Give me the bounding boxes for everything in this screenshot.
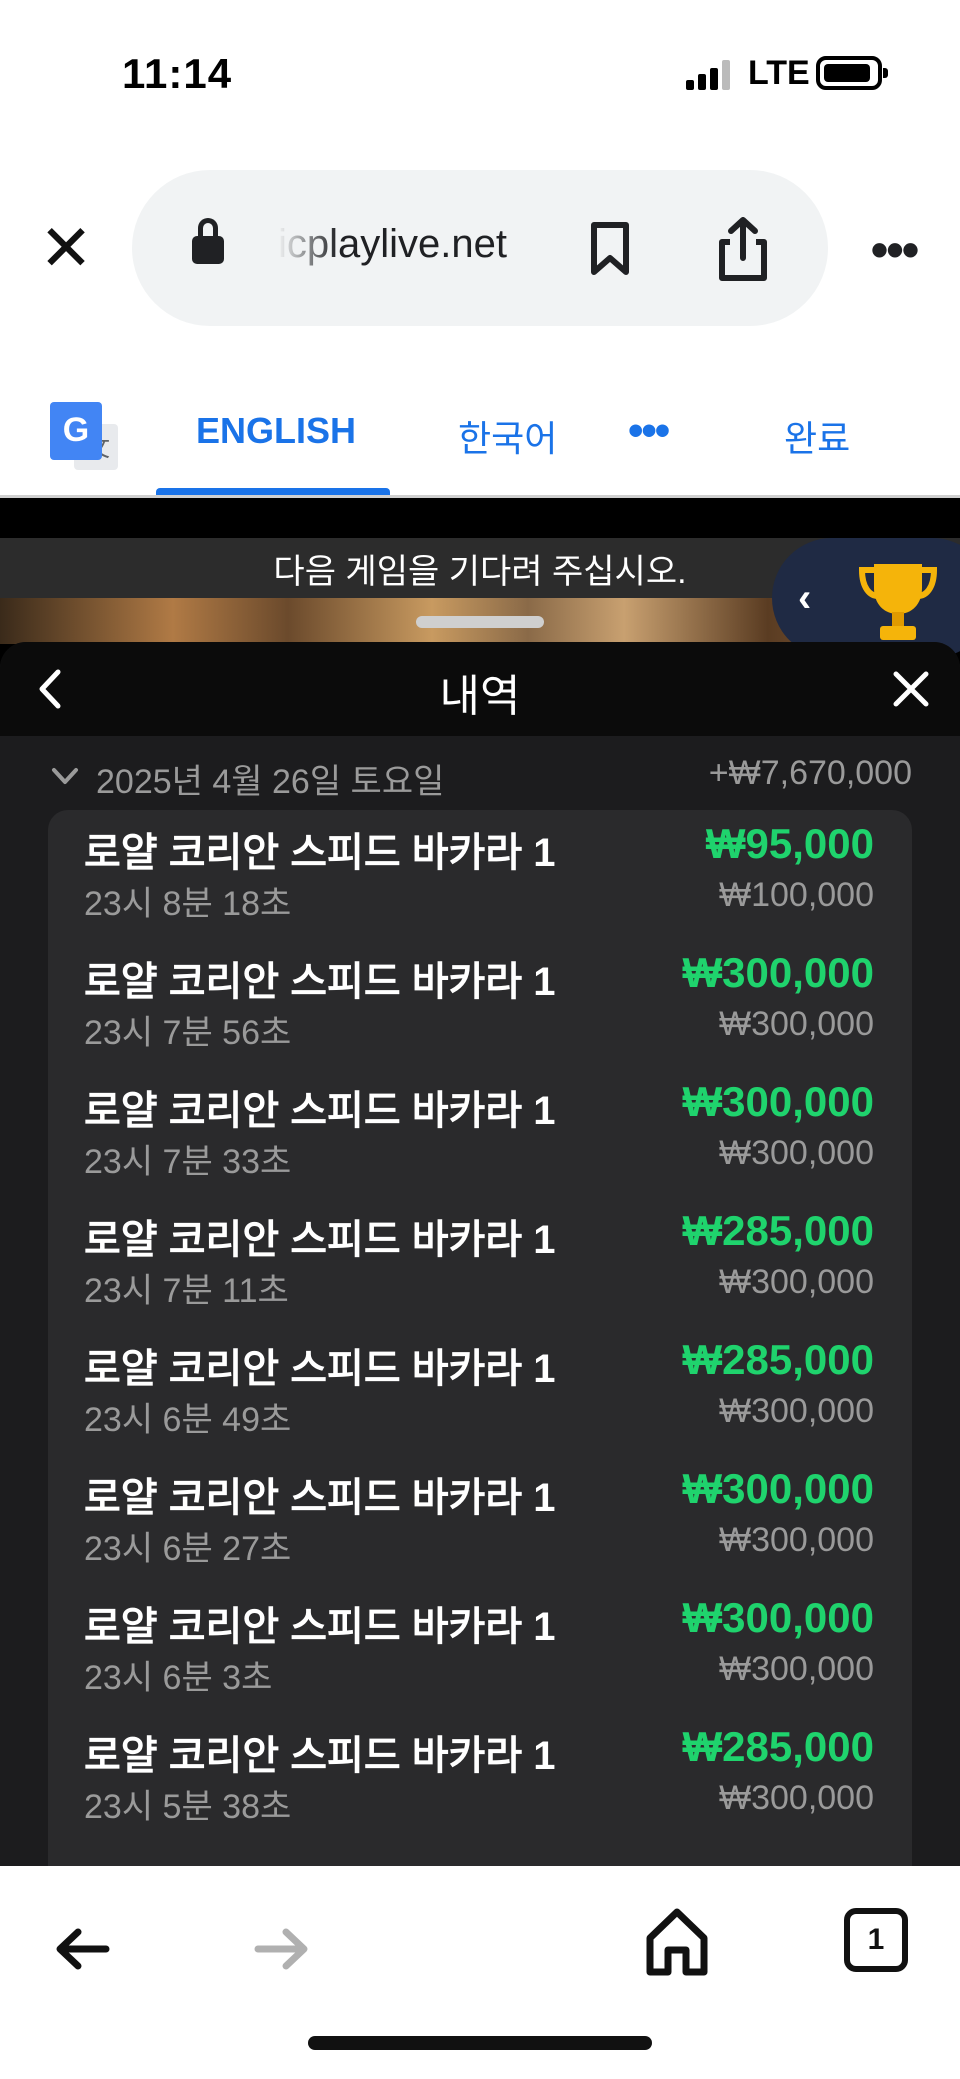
back-arrow-icon[interactable] [54,1924,110,1974]
sheet-title: 내역 [439,672,521,721]
google-translate-icon: 文 G [50,402,118,470]
url-text[interactable]: icplaylive.net [278,222,528,267]
payout-amount: ₩285,000 [682,1207,874,1254]
network-label: LTE [748,54,810,92]
tab-korean[interactable]: 한국어 [458,410,557,462]
payout-amount: ₩300,000 [682,1465,874,1512]
chevron-down-icon [52,768,78,784]
history-row[interactable]: 로얄 코리안 스피드 바카라 1 23시 7분 56초 ₩300,000 ₩300,0… [48,939,912,1068]
payout-amount: ₩95,000 [705,820,874,867]
date-group-header[interactable]: 2025년 4월 26일 토요일 +₩7,670,000 [50,754,912,804]
stake-amount: ₩300,000 [719,1392,874,1430]
history-row[interactable]: 로얄 코리안 스피드 바카라 1 23시 7분 11초 ₩285,000 ₩300,0… [48,1197,912,1326]
battery-icon [816,56,888,90]
signal-icon [686,60,732,90]
address-bar[interactable]: icplaylive.net [132,170,828,326]
close-icon[interactable] [886,664,936,714]
history-row[interactable]: 로얄 코리안 스피드 바카라 1 23시 6분 49초 ₩285,000 ₩300,0… [48,1326,912,1455]
date-total: +₩7,670,000 [708,754,912,792]
bet-time: 23시 7분 11초 [84,1272,289,1310]
game-name: 로얄 코리안 스피드 바카라 1 [84,1347,556,1391]
history-sheet: 내역 2025년 4월 26일 토요일 +₩7,670,000 로얄 코리안 스… [0,642,960,1866]
sheet-drag-handle[interactable] [416,616,544,628]
history-row[interactable]: 로얄 코리안 스피드 바카라 1 23시 5분 38초 ₩285,000 ₩300,0… [48,1713,912,1842]
game-name: 로얄 코리안 스피드 바카라 1 [84,1476,556,1520]
history-row[interactable]: 로얄 코리안 스피드 바카라 1 23시 6분 3초 ₩300,000 ₩300,00… [48,1584,912,1713]
history-row[interactable]: 로얄 코리안 스피드 바카라 1 23시 6분 27초 ₩300,000 ₩300,0… [48,1455,912,1584]
active-tab-indicator [156,488,390,495]
chevron-left-icon: ‹ [798,576,812,620]
game-view: 다음 게임을 기다려 주십시오. ‹ 내역 2025년 4월 26일 토요일 +… [0,498,960,1866]
history-row[interactable]: 로얄 코리안 스피드 바카라 1 23시 8분 18초 ₩95,000 ₩100,00… [48,810,912,939]
trophy-icon [858,564,938,640]
payout-amount: ₩300,000 [682,949,874,996]
game-name: 로얄 코리안 스피드 바카라 1 [84,1734,556,1778]
stake-amount: ₩300,000 [719,1779,874,1817]
status-time: 11:14 [122,50,233,97]
bookmark-icon[interactable] [590,222,630,276]
stake-amount: ₩300,000 [719,1650,874,1688]
history-list: 로얄 코리안 스피드 바카라 1 23시 8분 18초 ₩95,000 ₩100,00… [48,810,912,1866]
bet-time: 23시 6분 27초 [84,1530,292,1568]
translate-bar: 文 G ENGLISH 한국어 ••• 완료 [0,390,960,498]
stake-amount: ₩300,000 [719,1521,874,1559]
game-name: 로얄 코리안 스피드 바카라 1 [84,960,556,1004]
bet-time: 23시 6분 3초 [84,1659,273,1697]
bet-time: 23시 6분 49초 [84,1401,292,1439]
game-name: 로얄 코리안 스피드 바카라 1 [84,1218,556,1262]
bet-time: 23시 5분 38초 [84,1788,292,1826]
sheet-header: 내역 [0,642,960,736]
tab-count-button[interactable]: 1 [844,1908,908,1972]
payout-amount: ₩300,000 [682,1594,874,1641]
leaderboard-toggle[interactable]: ‹ [772,538,960,658]
translate-done-button[interactable]: 완료 [784,410,850,462]
stake-amount: ₩100,000 [719,876,874,914]
lock-icon [192,218,224,264]
stake-amount: ₩300,000 [719,1263,874,1301]
bet-time: 23시 7분 33초 [84,1143,292,1181]
game-name: 로얄 코리안 스피드 바카라 1 [84,1089,556,1133]
stake-amount: ₩300,000 [719,1005,874,1043]
share-icon[interactable] [716,216,770,282]
bet-time: 23시 7분 56초 [84,1014,292,1052]
home-indicator [308,2036,652,2050]
history-row[interactable]: 로얄 코리안 스피드 바카라 1 23시 7분 33초 ₩300,000 ₩300,0… [48,1068,912,1197]
forward-arrow-icon[interactable] [254,1924,310,1974]
more-icon[interactable]: ••• [866,222,922,278]
payout-amount: ₩285,000 [682,1336,874,1383]
stake-amount: ₩300,000 [719,1134,874,1172]
tab-english[interactable]: ENGLISH [196,410,356,452]
home-icon[interactable] [644,1906,710,1978]
payout-amount: ₩300,000 [682,1078,874,1125]
bet-time: 23시 8분 18초 [84,885,292,923]
game-name: 로얄 코리안 스피드 바카라 1 [84,1605,556,1649]
game-name: 로얄 코리안 스피드 바카라 1 [84,831,556,875]
payout-amount: ₩285,000 [682,1723,874,1770]
bottom-toolbar: 1 [0,1866,960,2079]
status-bar: 11:14 LTE [0,0,960,150]
close-icon[interactable]: ✕ [36,216,96,280]
translate-more-icon[interactable]: ••• [628,406,670,456]
date-label: 2025년 4월 26일 토요일 [96,763,445,801]
